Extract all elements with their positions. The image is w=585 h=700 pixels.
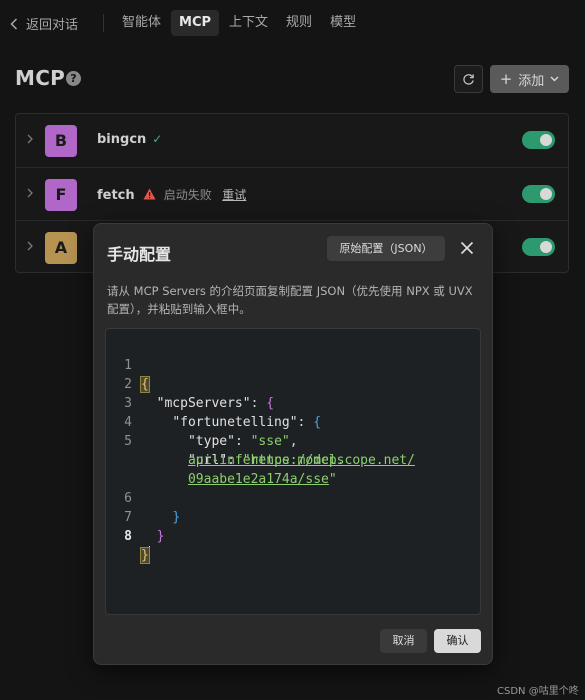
retry-link[interactable]: 重试 (222, 188, 246, 202)
code-line: 3 "fortunetelling": { (106, 375, 321, 430)
refresh-button[interactable] (454, 65, 483, 93)
server-name-row: bingcn ✓ (97, 132, 162, 147)
code-line: 4 "type": "sse", (106, 394, 297, 449)
json-string: "sse" (250, 434, 290, 449)
url-link[interactable]: 09aabe1e2a174a/sse (188, 472, 329, 487)
code-line: 1 { (106, 337, 153, 393)
server-enabled-toggle[interactable] (522, 238, 555, 256)
server-enabled-toggle[interactable] (522, 131, 555, 149)
tab-mcp[interactable]: MCP (171, 10, 220, 36)
confirm-button[interactable]: 确认 (434, 629, 481, 653)
server-name-row: fetch 启动失败 重试 (97, 186, 246, 203)
server-name: bingcn (97, 132, 147, 147)
json-key: "type" (187, 434, 235, 449)
server-row-bingcn[interactable]: B bingcn ✓ (16, 114, 568, 167)
url-link[interactable]: api-inference.modelscope.net/ (188, 453, 415, 468)
json-key: "mcpServers" (156, 396, 251, 411)
line-number-current: 8 (124, 529, 132, 544)
code-line: 2 "mcpServers": { (106, 356, 274, 411)
help-icon[interactable]: ? (66, 71, 81, 86)
json-key: "fortunetelling" (172, 415, 298, 430)
nav-divider (103, 14, 104, 32)
chevron-right-icon[interactable] (27, 134, 33, 144)
settings-tabs: 智能体 MCP 上下文 规则 模型 (114, 10, 364, 36)
refresh-icon (463, 73, 474, 85)
code-line: 09aabe1e2a174a/sse" (187, 472, 337, 487)
code-line: 8 } (106, 508, 153, 564)
tab-context[interactable]: 上下文 (221, 10, 276, 36)
code-line: 7 } (106, 489, 164, 544)
cancel-button[interactable]: 取消 (380, 629, 427, 653)
status-failed-text: 启动失败 (163, 188, 212, 202)
manual-config-dialog: 手动配置 原始配置（JSON） 请从 MCP Servers 的介绍页面复制配置… (93, 223, 493, 665)
page-title: MCP (15, 66, 66, 90)
chevron-down-icon (550, 76, 559, 82)
code-line: 5 "url": "https://mcp. (106, 413, 344, 468)
raw-config-button[interactable]: 原始配置（JSON） (327, 236, 445, 261)
add-server-button[interactable]: + 添加 (490, 65, 569, 93)
chevron-right-icon[interactable] (27, 188, 33, 198)
code-line: api-inference.modelscope.net/ (106, 432, 415, 468)
json-editor[interactable]: 1 { 2 "mcpServers": { 3 "fortunetelling"… (105, 328, 481, 615)
warning-icon (143, 188, 156, 200)
dialog-title: 手动配置 (107, 245, 172, 264)
tab-rules[interactable]: 规则 (278, 10, 320, 36)
tab-agents[interactable]: 智能体 (114, 10, 169, 36)
chevron-right-icon[interactable] (27, 241, 33, 251)
close-button[interactable] (460, 240, 478, 258)
back-to-chat-link[interactable]: 返回对话 (10, 14, 78, 33)
close-icon (460, 241, 474, 255)
top-nav: 返回对话 智能体 MCP 上下文 规则 模型 (0, 0, 585, 46)
back-label: 返回对话 (26, 18, 79, 33)
server-name: fetch (97, 188, 135, 203)
check-icon: ✓ (152, 132, 163, 146)
server-enabled-toggle[interactable] (522, 185, 555, 203)
text-caret (148, 546, 150, 562)
server-row-fetch[interactable]: F fetch 启动失败 重试 (16, 167, 568, 220)
code-line: 6 } (106, 470, 180, 525)
tab-models[interactable]: 模型 (322, 10, 364, 36)
server-avatar: F (45, 179, 77, 211)
watermark: CSDN @咕里个咚 (497, 686, 579, 697)
server-avatar: A (45, 232, 77, 264)
chevron-left-icon (10, 17, 18, 30)
plus-icon: + (499, 69, 513, 88)
server-avatar: B (45, 125, 77, 157)
add-label: 添加 (518, 73, 545, 89)
dialog-description: 请从 MCP Servers 的介绍页面复制配置 JSON（优先使用 NPX 或… (107, 284, 473, 316)
